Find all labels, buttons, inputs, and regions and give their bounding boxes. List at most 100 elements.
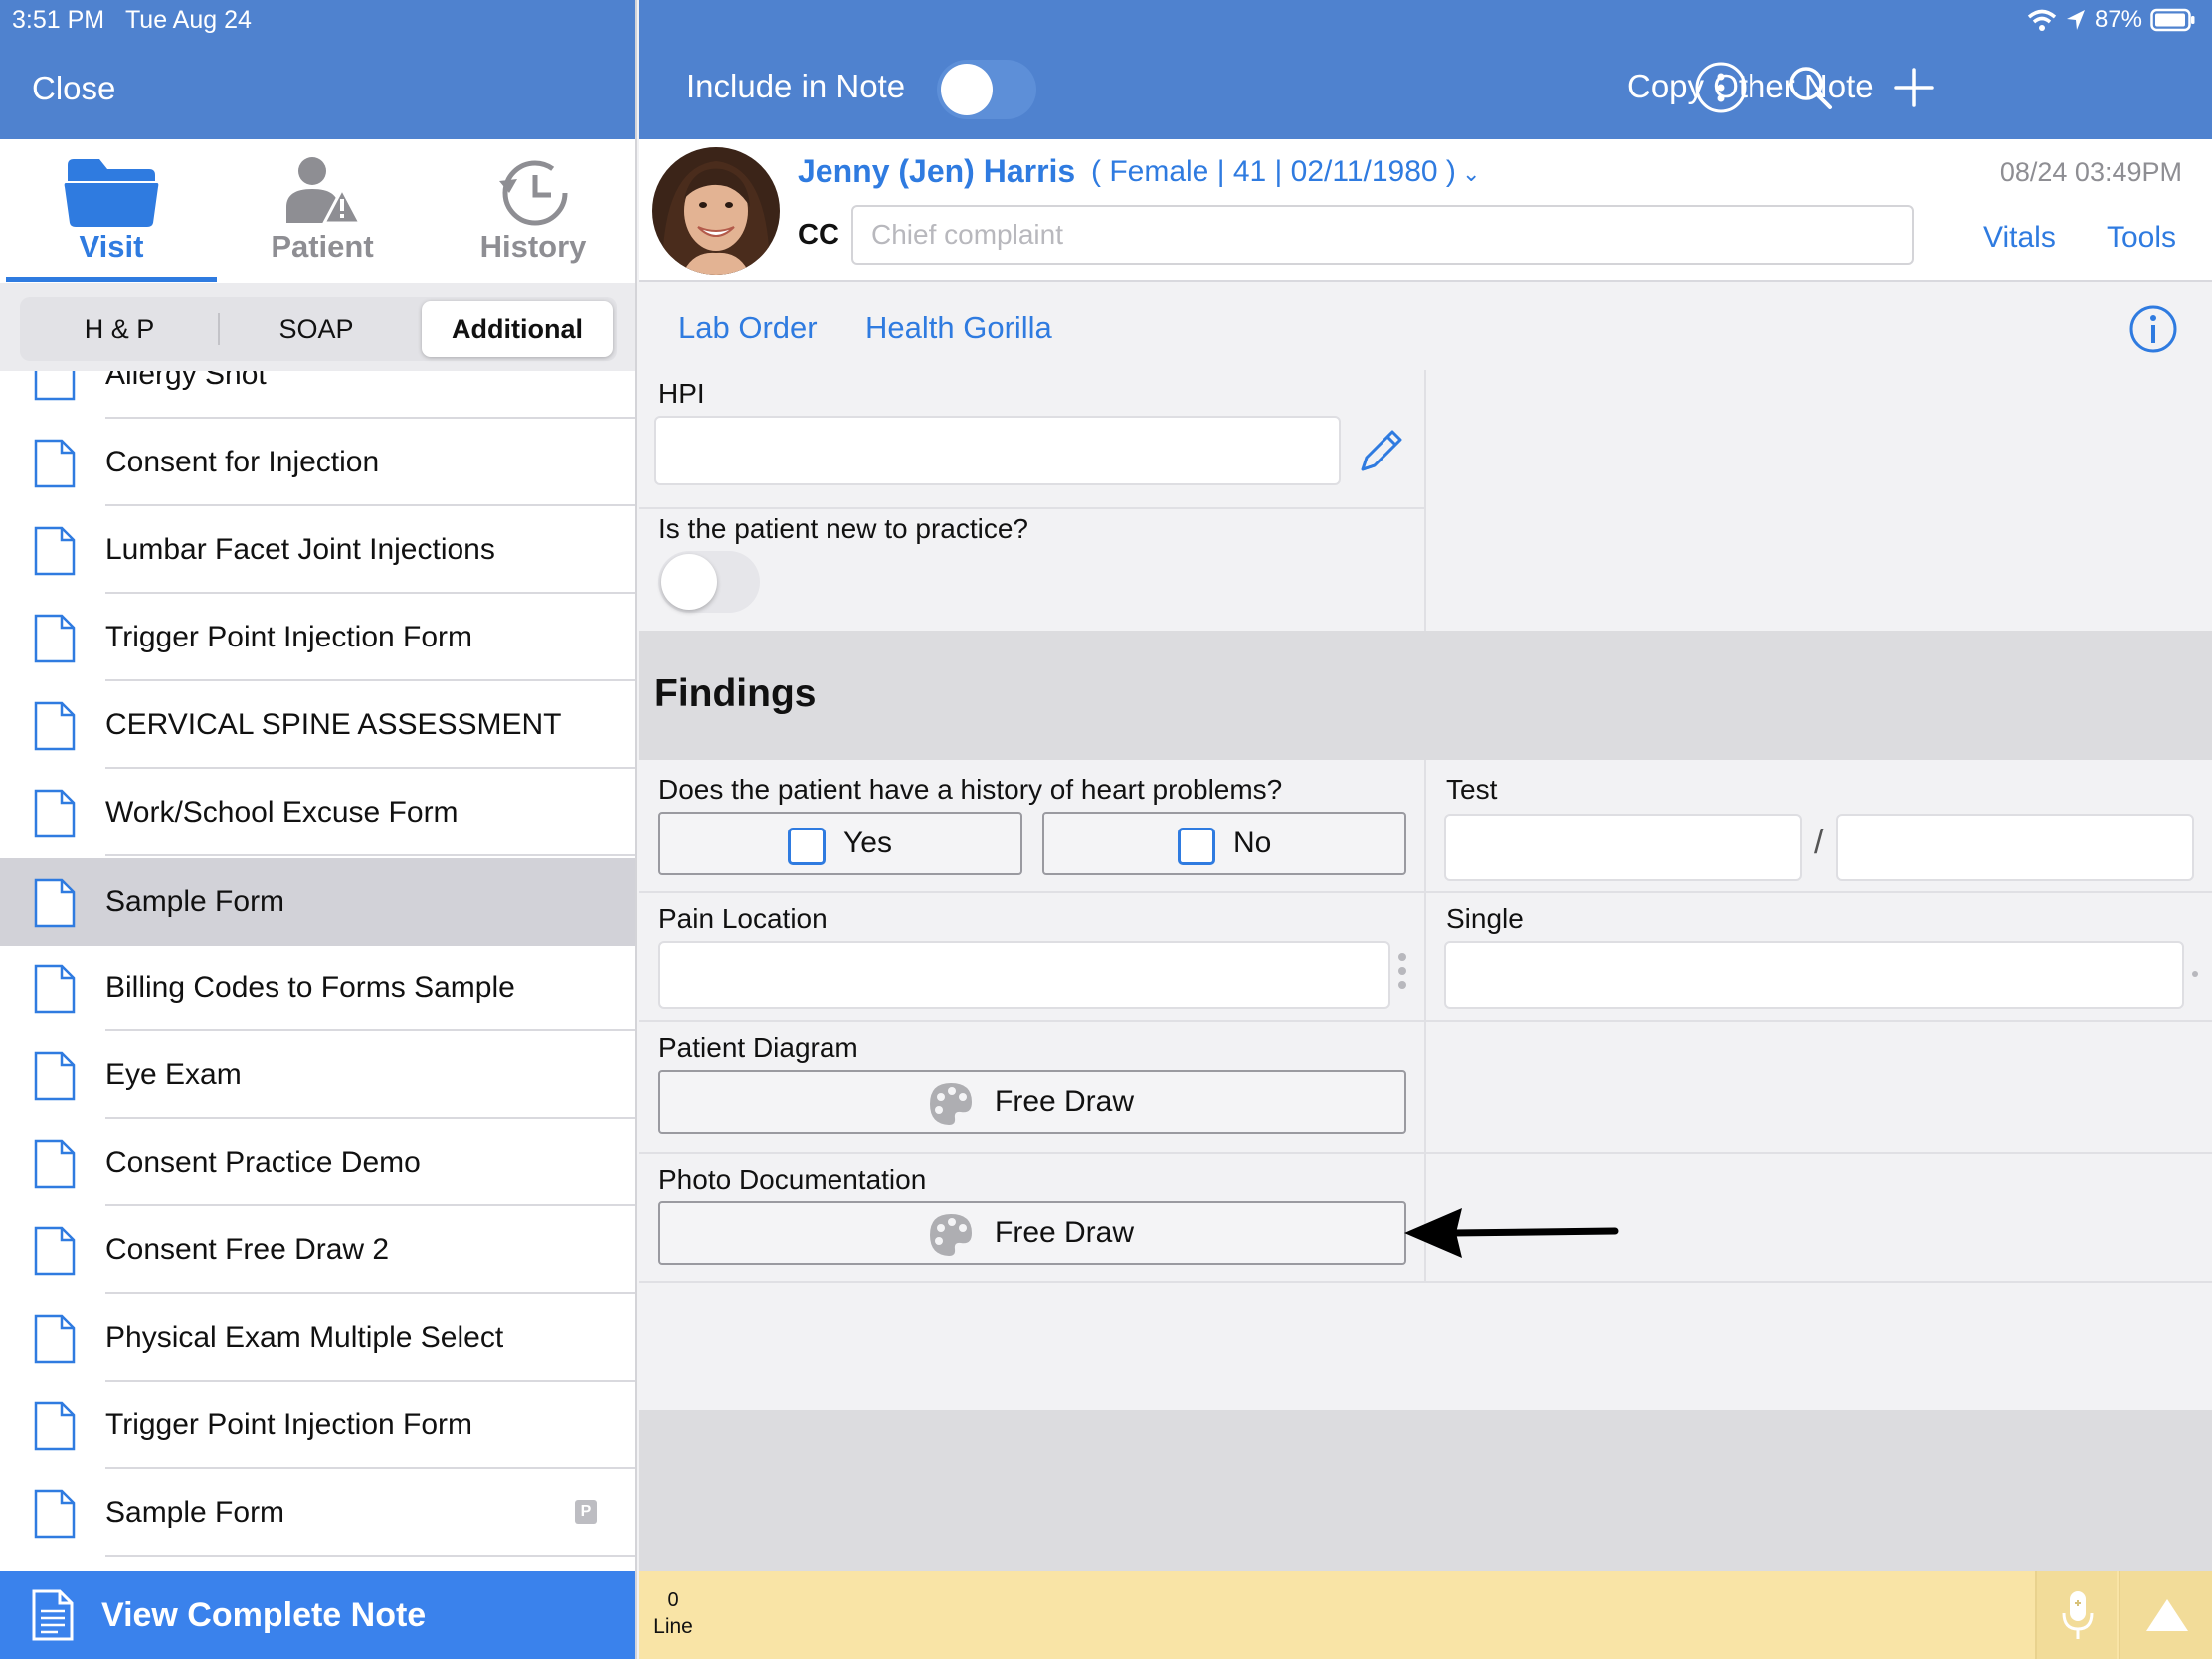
form-item-label: Billing Codes to Forms Sample bbox=[105, 971, 515, 1004]
document-icon bbox=[34, 526, 76, 576]
tab-visit[interactable]: Visit bbox=[6, 139, 217, 283]
chief-complaint-label: CC bbox=[798, 219, 839, 251]
hpi-label: HPI bbox=[658, 378, 705, 409]
tab-patient[interactable]: Patient bbox=[217, 139, 428, 283]
patient-demographics[interactable]: ( Female | 41 | 02/11/1980 ) ⌄ bbox=[1091, 155, 1480, 189]
tab-history[interactable]: History bbox=[428, 139, 635, 283]
view-complete-note-label: View Complete Note bbox=[101, 1596, 427, 1634]
list-item[interactable]: Consent Free Draw 2 bbox=[0, 1206, 635, 1294]
tab-patient-label: Patient bbox=[271, 229, 374, 264]
annotation-arrow-icon bbox=[1404, 1208, 1619, 1258]
visit-datetime: 08/24 03:49PM bbox=[1999, 157, 2182, 187]
single-label: Single bbox=[1446, 903, 1524, 934]
line-count: 0 bbox=[667, 1589, 679, 1611]
dictation-button[interactable] bbox=[2035, 1571, 2117, 1659]
list-item[interactable]: Lumbar Facet Joint Injections bbox=[0, 506, 635, 594]
document-icon bbox=[34, 1314, 76, 1364]
list-item[interactable]: Work/School Excuse Form bbox=[0, 769, 635, 856]
tab-history-label: History bbox=[479, 229, 587, 264]
row-divider bbox=[639, 1020, 2212, 1022]
photo-documentation-free-draw-button[interactable]: Free Draw bbox=[658, 1201, 1406, 1265]
list-item[interactable]: Billing Codes to Forms Sample bbox=[0, 944, 635, 1031]
list-item[interactable]: Trigger Point Injection Form bbox=[0, 1382, 635, 1469]
new-patient-toggle[interactable] bbox=[658, 551, 760, 613]
form-item-label: Consent Practice Demo bbox=[105, 1146, 421, 1179]
document-icon bbox=[34, 1401, 76, 1451]
form-item-label: Trigger Point Injection Form bbox=[105, 621, 473, 653]
avatar[interactable] bbox=[652, 147, 780, 275]
vitals-link[interactable]: Vitals bbox=[1983, 221, 2056, 255]
form-item-label: Sample Form bbox=[105, 885, 285, 918]
line-label: Line bbox=[653, 1615, 693, 1638]
search-icon[interactable] bbox=[1782, 60, 1838, 115]
test-separator: / bbox=[1814, 824, 1824, 861]
battery-icon bbox=[2150, 8, 2195, 32]
document-icon bbox=[34, 878, 76, 928]
patient-diagram-free-draw-button[interactable]: Free Draw bbox=[658, 1070, 1406, 1134]
more-options-icon[interactable] bbox=[1693, 60, 1749, 115]
heart-yes-option[interactable]: Yes bbox=[658, 812, 1022, 875]
list-item[interactable]: CERVICAL SPINE ASSESSMENT bbox=[0, 681, 635, 769]
document-icon bbox=[34, 439, 76, 488]
patient-photo bbox=[652, 147, 780, 275]
list-item[interactable]: Consent for Injection bbox=[0, 419, 635, 506]
checkbox bbox=[1178, 828, 1215, 865]
heart-no-option[interactable]: No bbox=[1042, 812, 1406, 875]
segment-additional[interactable]: Additional bbox=[422, 301, 613, 357]
list-item[interactable]: Trigger Point Injection Form bbox=[0, 594, 635, 681]
test-input-1[interactable] bbox=[1444, 814, 1802, 881]
document-icon bbox=[34, 1051, 76, 1101]
row-divider bbox=[639, 1281, 2212, 1283]
list-item[interactable]: Sample Form P bbox=[0, 1469, 635, 1557]
expand-up-button[interactable] bbox=[2119, 1571, 2212, 1659]
form-footer-band bbox=[639, 1410, 2212, 1571]
patient-name[interactable]: Jenny (Jen) Harris bbox=[798, 153, 1075, 190]
pain-location-label: Pain Location bbox=[658, 903, 828, 934]
sidebar-header: 3:51 PM Tue Aug 24 Close bbox=[0, 0, 635, 139]
more-dot-icon[interactable] bbox=[2192, 971, 2198, 983]
lab-order-link[interactable]: Lab Order bbox=[678, 310, 818, 346]
row-separator bbox=[105, 1555, 635, 1557]
health-gorilla-link[interactable]: Health Gorilla bbox=[865, 310, 1052, 346]
more-vertical-icon[interactable] bbox=[1398, 953, 1406, 995]
include-in-note-toggle[interactable] bbox=[937, 60, 1036, 119]
free-draw-label: Free Draw bbox=[995, 1085, 1135, 1118]
patient-diagram-label: Patient Diagram bbox=[658, 1032, 858, 1063]
list-item[interactable]: Consent Practice Demo bbox=[0, 1119, 635, 1206]
form-item-label: Consent for Injection bbox=[105, 446, 380, 478]
pain-location-input[interactable] bbox=[658, 941, 1390, 1009]
list-item[interactable]: Allergy Shot bbox=[0, 371, 635, 419]
list-item[interactable]: Physical Exam Multiple Select bbox=[0, 1294, 635, 1382]
status-indicators: 87% bbox=[2027, 4, 2196, 36]
row-divider bbox=[639, 1152, 2212, 1154]
form-item-label: Physical Exam Multiple Select bbox=[105, 1321, 504, 1354]
segment-h-and-p[interactable]: H & P bbox=[24, 301, 215, 357]
tab-active-indicator bbox=[6, 276, 217, 282]
view-complete-note-button[interactable]: View Complete Note bbox=[0, 1571, 635, 1659]
segment-soap[interactable]: SOAP bbox=[221, 301, 412, 357]
column-divider bbox=[1424, 370, 1426, 631]
checkbox bbox=[788, 828, 826, 865]
document-icon bbox=[34, 1226, 76, 1276]
single-input[interactable] bbox=[1444, 941, 2184, 1009]
form-item-label: Eye Exam bbox=[105, 1058, 242, 1091]
document-icon bbox=[34, 701, 76, 751]
form-item-label: CERVICAL SPINE ASSESSMENT bbox=[105, 708, 562, 741]
list-item-selected[interactable]: Sample Form bbox=[0, 858, 635, 946]
folder-icon bbox=[64, 159, 159, 227]
test-input-2[interactable] bbox=[1836, 814, 2194, 881]
tools-link[interactable]: Tools bbox=[2107, 221, 2176, 255]
list-item[interactable]: Eye Exam bbox=[0, 1031, 635, 1119]
chief-complaint-input[interactable] bbox=[851, 205, 1914, 265]
pencil-icon[interactable] bbox=[1353, 424, 1408, 479]
form-item-label: Sample Form bbox=[105, 1496, 285, 1529]
palette-icon bbox=[930, 1214, 972, 1256]
status-date: Tue Aug 24 bbox=[124, 6, 252, 34]
close-button[interactable]: Close bbox=[32, 70, 115, 107]
document-icon bbox=[34, 789, 76, 838]
hpi-input[interactable] bbox=[654, 416, 1341, 485]
info-icon[interactable] bbox=[2128, 304, 2178, 354]
include-in-note-label: Include in Note bbox=[686, 68, 906, 104]
add-icon[interactable] bbox=[1886, 60, 1941, 115]
forms-list: Allergy Shot Consent for Injection Lumba… bbox=[0, 371, 635, 1571]
